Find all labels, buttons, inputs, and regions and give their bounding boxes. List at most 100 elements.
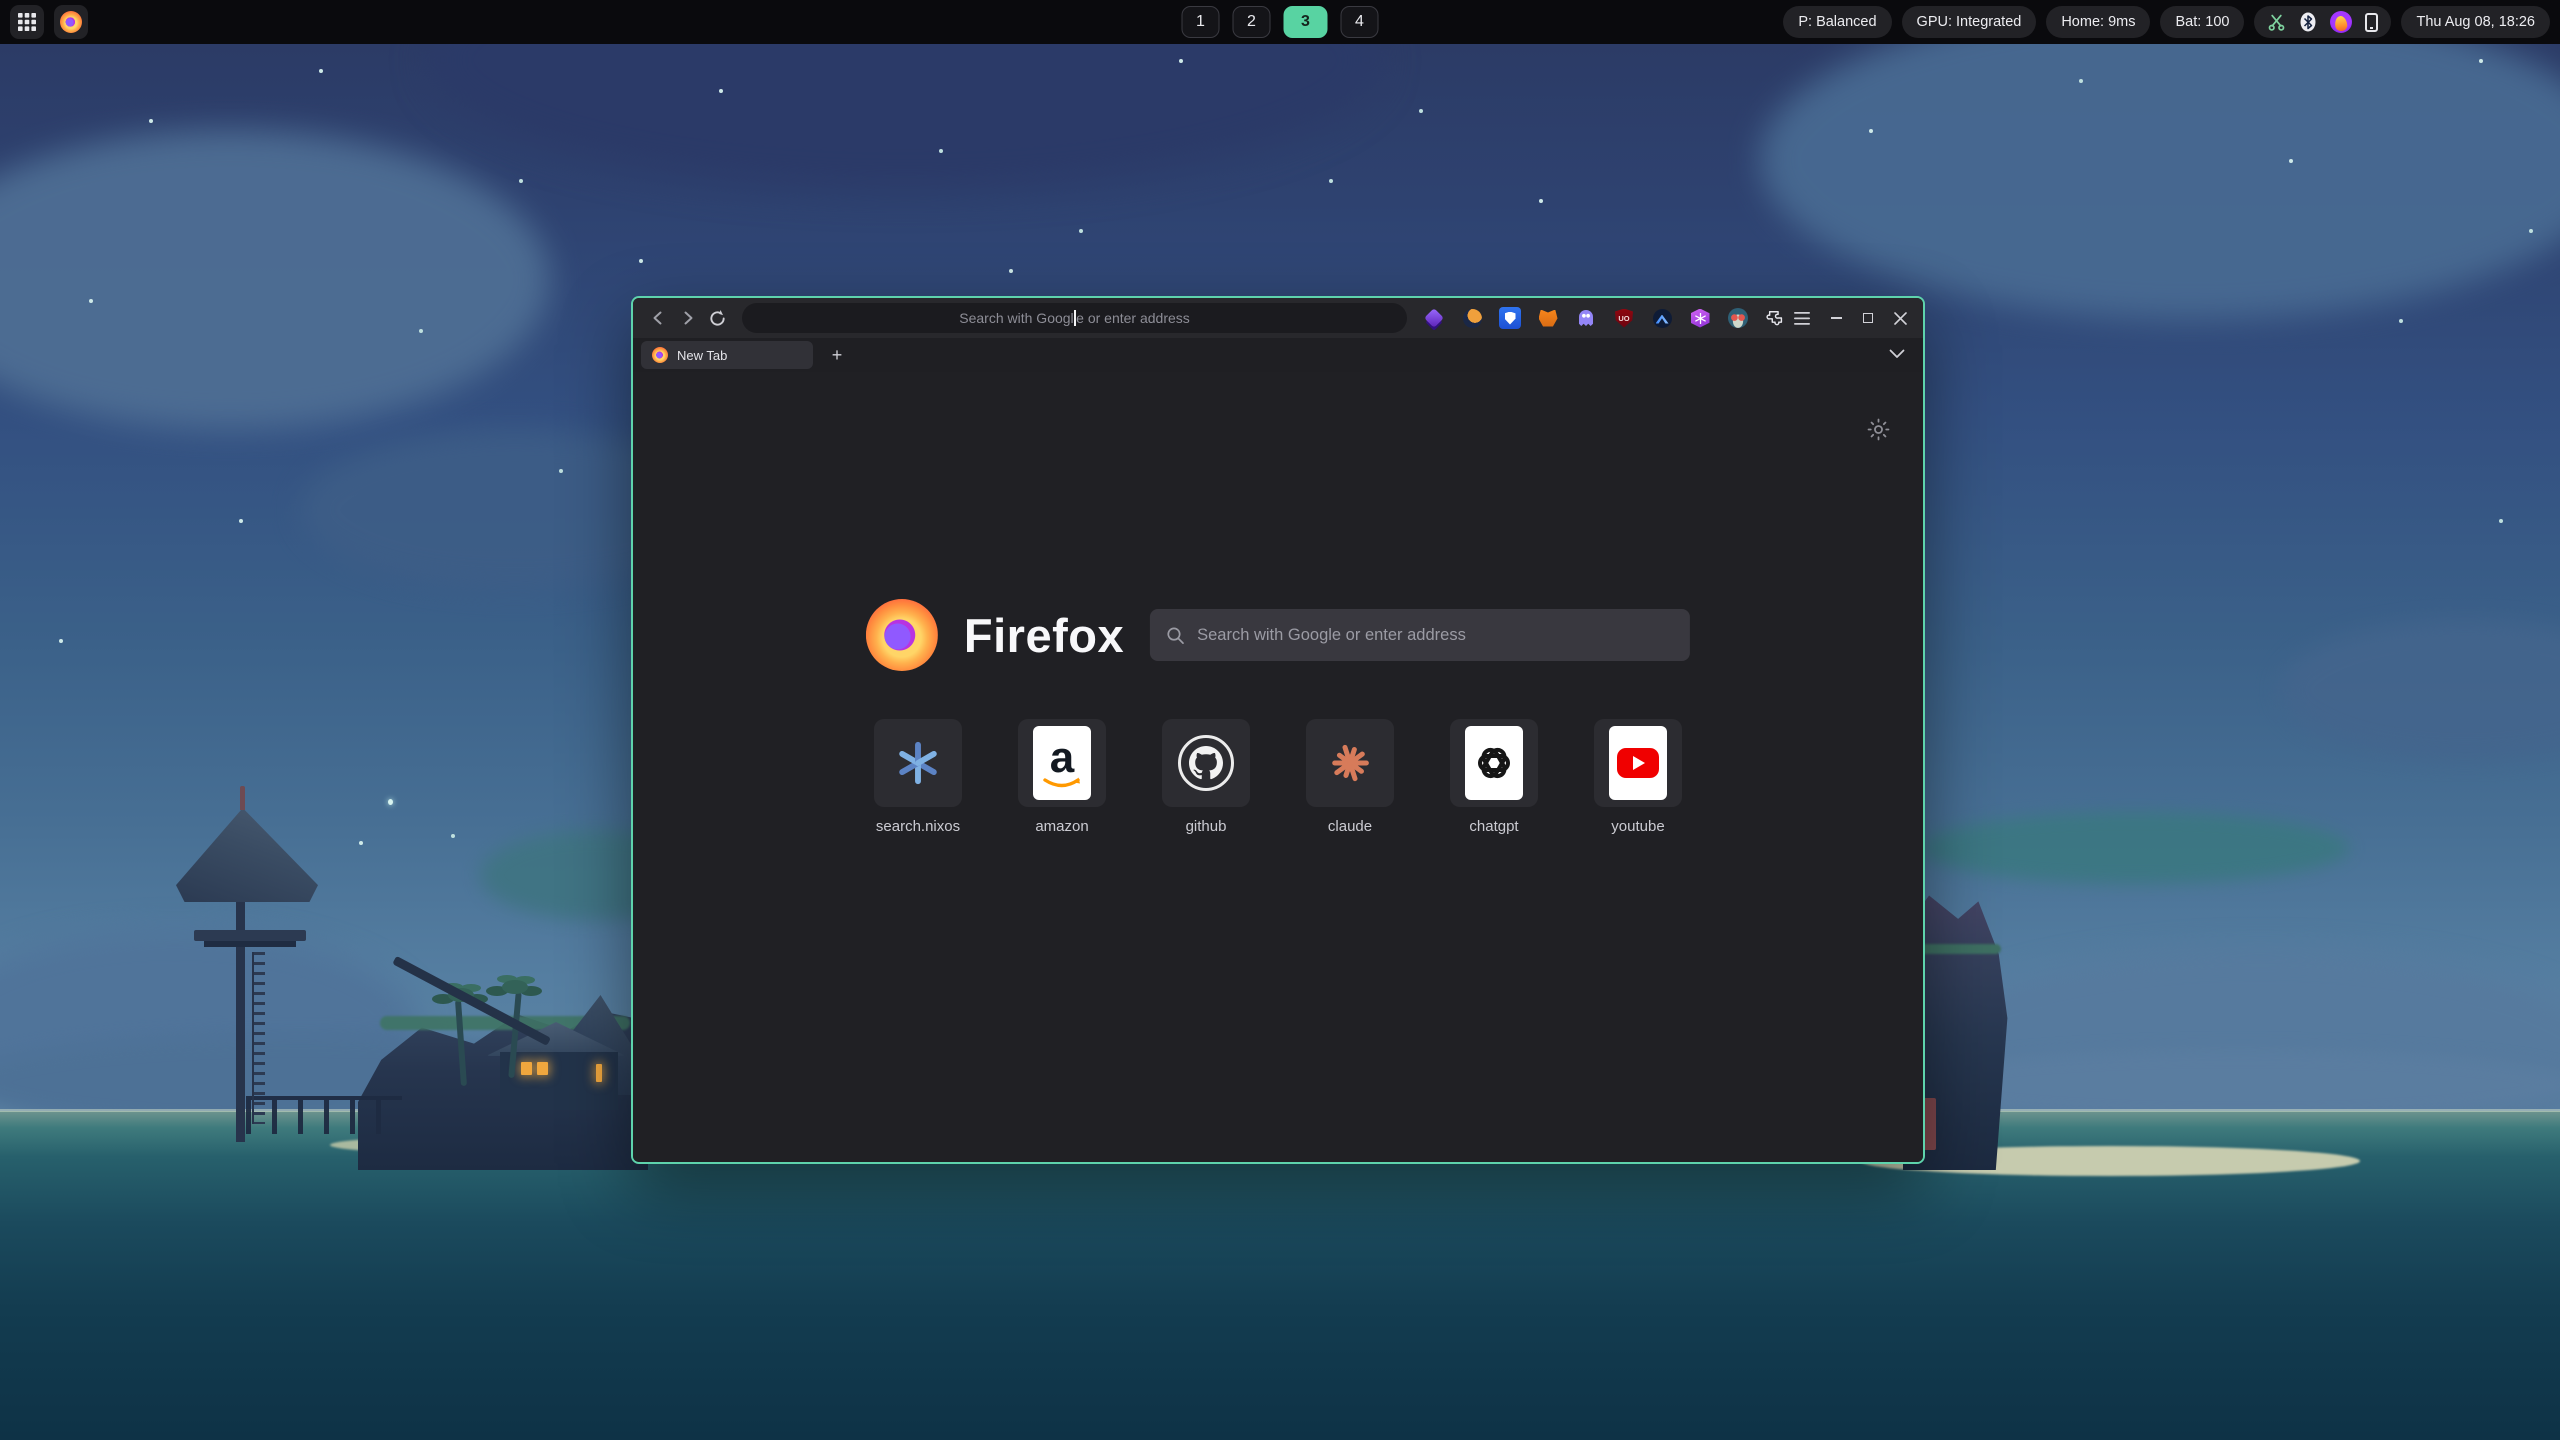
hexagon-extension-icon[interactable] — [1689, 307, 1711, 329]
tab-title: New Tab — [677, 348, 727, 363]
arc-icon — [1653, 309, 1672, 328]
hexagon-icon — [1691, 309, 1710, 328]
palm-fronds — [502, 980, 528, 994]
search-icon — [1166, 626, 1185, 645]
metamask-extension-icon[interactable] — [1537, 307, 1559, 329]
shortcut-label: youtube — [1611, 818, 1664, 835]
firefox-window: Search with Google or enter address UO — [631, 296, 1925, 1164]
shield-icon — [1505, 312, 1516, 325]
nixos-snowflake-icon — [893, 738, 943, 788]
list-all-tabs-button[interactable] — [1889, 346, 1905, 364]
hut-window — [537, 1062, 548, 1075]
forward-button[interactable] — [673, 304, 703, 332]
watchtower-finial — [240, 786, 245, 810]
personalize-button[interactable] — [1863, 414, 1893, 444]
maximize-button[interactable] — [1855, 305, 1881, 331]
app-launcher-button[interactable] — [10, 5, 44, 39]
extensions-row: UO — [1423, 307, 1787, 329]
newtab-search-field[interactable] — [1150, 609, 1690, 661]
watchtower-platform — [194, 930, 306, 941]
reload-icon — [708, 309, 727, 328]
shortcut-label: github — [1186, 818, 1227, 835]
openai-knot-icon — [1474, 743, 1514, 783]
newtab-search-input[interactable] — [1197, 626, 1674, 645]
workspace-2[interactable]: 2 — [1233, 6, 1271, 38]
shortcut-claude[interactable]: claude — [1306, 719, 1394, 835]
gem-extension-icon[interactable] — [1423, 307, 1445, 329]
firefox-icon — [60, 11, 82, 33]
app-grid-icon — [18, 13, 36, 31]
ghost-icon — [1579, 310, 1593, 326]
extensions-button[interactable] — [1765, 307, 1787, 329]
menu-button[interactable] — [1787, 304, 1817, 332]
amazon-icon: a — [1033, 726, 1091, 800]
firefox-logo — [866, 599, 938, 671]
shortcuts-row: search.nixos a amazon — [633, 719, 1923, 835]
clock[interactable]: Thu Aug 08, 18:26 — [2401, 6, 2550, 38]
cloud — [1920, 812, 2350, 884]
newtab-hero: Firefox — [866, 599, 1690, 671]
workspace-switcher: 1 2 3 4 — [1182, 6, 1379, 38]
scissors-icon[interactable] — [2267, 13, 2286, 32]
shortcut-label: search.nixos — [876, 818, 960, 835]
watchtower-beam — [204, 941, 296, 947]
puzzle-icon — [1766, 308, 1786, 328]
flame-tray-icon[interactable] — [2330, 11, 2352, 33]
youtube-play-icon — [1617, 748, 1659, 778]
ublock-shield-icon: UO — [1615, 309, 1633, 328]
desktop: 1 2 3 4 P: Balanced GPU: Integrated Home… — [0, 0, 2560, 1440]
firefox-favicon — [652, 347, 668, 363]
fox-icon — [1539, 310, 1558, 327]
shortcut-search-nixos[interactable]: search.nixos — [874, 719, 962, 835]
system-tray — [2254, 6, 2391, 38]
shortcut-youtube[interactable]: youtube — [1594, 719, 1682, 835]
shortcut-amazon[interactable]: a amazon — [1018, 719, 1106, 835]
shortcut-label: claude — [1328, 818, 1372, 835]
github-octocat-icon — [1178, 735, 1234, 791]
workspace-4[interactable]: 4 — [1341, 6, 1379, 38]
vpn-extension-icon[interactable] — [1651, 307, 1673, 329]
power-profile-status[interactable]: P: Balanced — [1783, 6, 1891, 38]
hut-window — [521, 1062, 532, 1075]
gear-icon — [1866, 417, 1891, 442]
moon-icon — [1463, 309, 1482, 328]
ping-status[interactable]: Home: 9ms — [2046, 6, 2150, 38]
shortcut-chatgpt[interactable]: chatgpt — [1450, 719, 1538, 835]
phone-icon[interactable] — [2365, 13, 2378, 32]
top-bar: 1 2 3 4 P: Balanced GPU: Integrated Home… — [0, 0, 2560, 44]
workspace-3-active[interactable]: 3 — [1284, 6, 1328, 38]
bluetooth-icon[interactable] — [2299, 12, 2317, 32]
newtab-page: Firefox — [633, 372, 1923, 1162]
monkey-extension-icon[interactable] — [1727, 307, 1749, 329]
monkey-icon — [1728, 308, 1748, 328]
new-tab-button[interactable]: + — [823, 342, 851, 368]
ghostery-extension-icon[interactable] — [1575, 307, 1597, 329]
hamburger-icon — [1794, 312, 1810, 325]
minimize-button[interactable] — [1823, 305, 1849, 331]
urlbar-placeholder: Search with Googl — [959, 310, 1073, 326]
moon-extension-icon[interactable] — [1461, 307, 1483, 329]
chevron-right-icon — [685, 313, 691, 324]
urlbar-input[interactable]: Search with Google or enter address — [742, 303, 1407, 333]
firefox-launcher-button[interactable] — [54, 5, 88, 39]
battery-status[interactable]: Bat: 100 — [2160, 6, 2244, 38]
hut-window — [596, 1064, 602, 1082]
tab-new-tab[interactable]: New Tab — [641, 341, 813, 369]
gem-icon — [1424, 308, 1444, 328]
chevron-down-icon — [1889, 349, 1905, 359]
ublock-extension-icon[interactable]: UO — [1613, 307, 1635, 329]
bitwarden-extension-icon[interactable] — [1499, 307, 1521, 329]
flame-icon — [2334, 15, 2348, 32]
minimize-icon — [1831, 317, 1842, 319]
chevron-left-icon — [654, 313, 660, 324]
reload-button[interactable] — [702, 304, 732, 332]
shortcut-github[interactable]: github — [1162, 719, 1250, 835]
shortcut-label: amazon — [1035, 818, 1088, 835]
back-button[interactable] — [643, 304, 673, 332]
gpu-status[interactable]: GPU: Integrated — [1902, 6, 2037, 38]
shortcut-label: chatgpt — [1469, 818, 1518, 835]
pier — [246, 1096, 402, 1134]
workspace-1[interactable]: 1 — [1182, 6, 1220, 38]
close-button[interactable] — [1887, 305, 1913, 331]
maximize-icon — [1863, 313, 1873, 323]
